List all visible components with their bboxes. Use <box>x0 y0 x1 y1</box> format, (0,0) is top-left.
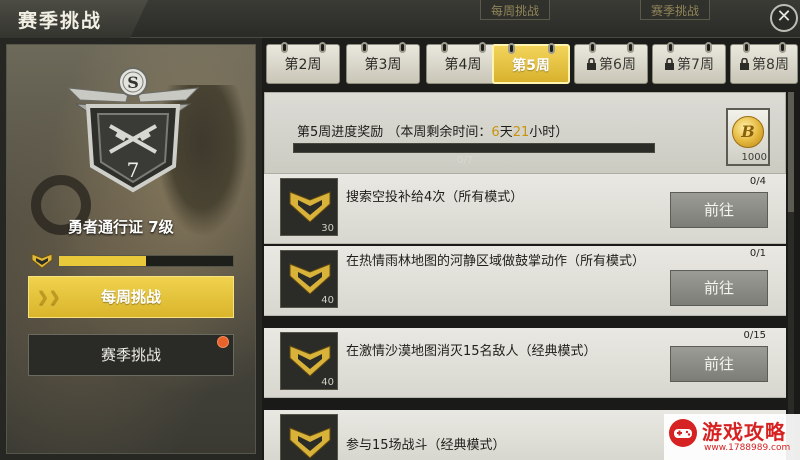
pass-xp-bar <box>58 255 234 267</box>
task-description: 参与15场战斗（经典模式） <box>346 438 506 453</box>
page-title: 赛季挑战 <box>18 10 103 32</box>
season-challenge-tab[interactable]: 赛季挑战 <box>28 334 234 376</box>
task-xp-icon: 40 <box>280 250 338 308</box>
binder-ring <box>441 42 448 53</box>
task-xp-value: 40 <box>321 377 334 388</box>
task-xp-icon: 30 <box>280 178 338 236</box>
chevron-badge-icon <box>289 345 331 377</box>
go-button[interactable]: 前往 <box>670 270 768 306</box>
notification-dot <box>217 336 229 348</box>
week-tab-5[interactable]: 第5周 <box>492 43 570 84</box>
lock-icon <box>740 58 750 70</box>
chevron-right-icon: ❯❯ <box>37 289 61 305</box>
weekly-progress-bar <box>293 143 655 153</box>
top-tab-weekly[interactable]: 每周挑战 <box>480 0 551 20</box>
top-tab-season[interactable]: 赛季挑战 <box>640 0 711 20</box>
task-xp-icon: 40 <box>280 414 338 460</box>
binder-ring <box>779 42 786 53</box>
chevron-badge-icon <box>289 263 331 295</box>
week-label: 第6周 <box>599 57 636 73</box>
watermark-title: 游戏攻略 <box>702 420 786 444</box>
week-label: 第5周 <box>512 58 550 74</box>
weekly-progress-title: 第5周进度奖励 （本周剩余时间：6天21小时） <box>297 121 568 140</box>
gamepad-logo-icon <box>669 419 697 447</box>
task-xp-value: 40 <box>321 295 334 306</box>
chevron-badge-icon <box>289 191 331 223</box>
binder-ring <box>627 42 634 53</box>
binder-ring <box>508 43 515 54</box>
task-description: 在热情雨林地图的河静区域做鼓掌动作（所有模式） <box>346 254 646 269</box>
coin-icon: B <box>732 116 764 148</box>
task-progress: 0/1 <box>749 248 766 259</box>
task-row: 40 在热情雨林地图的河静区域做鼓掌动作（所有模式） 0/1 前往 <box>264 246 786 316</box>
weekly-progress-card: 第5周进度奖励 （本周剩余时间：6天21小时） 0/7 <box>264 92 786 174</box>
binder-ring <box>319 42 326 53</box>
pass-level-label: 勇者通行证 7级 <box>68 218 174 236</box>
remaining-hours: 21 <box>512 125 530 140</box>
pass-xp-fill <box>59 256 146 266</box>
binder-ring <box>361 42 368 53</box>
days-unit: 天 <box>499 125 513 140</box>
task-description: 搜索空投补给4次（所有模式） <box>346 190 524 205</box>
task-description: 在激情沙漠地图消灭15名敌人（经典模式） <box>346 344 597 359</box>
task-progress: 0/4 <box>749 176 766 187</box>
close-icon: ✕ <box>776 6 792 27</box>
week-tab-3[interactable]: 第3周 <box>346 42 420 84</box>
weekly-challenge-tab[interactable]: ❯❯ 每周挑战 <box>28 276 234 318</box>
week-label: 第3周 <box>364 57 402 73</box>
task-row: 40 在激情沙漠地图消灭15名敌人（经典模式） 0/15 前往 <box>264 328 786 398</box>
lock-icon <box>587 58 597 70</box>
weekly-reward-item[interactable]: B 1000 <box>726 108 770 166</box>
binder-ring <box>281 42 288 53</box>
binder-ring <box>589 42 596 53</box>
go-button[interactable]: 前往 <box>670 346 768 382</box>
week-label: 第4周 <box>444 57 482 73</box>
xp-chevron-icon <box>31 253 53 269</box>
binder-ring <box>705 42 712 53</box>
binder-ring <box>548 43 555 54</box>
svg-text:S: S <box>127 73 139 92</box>
chevron-badge-icon <box>289 427 331 459</box>
week-tab-8[interactable]: 第8周 <box>730 42 798 84</box>
scrollbar-thumb[interactable] <box>788 92 794 212</box>
task-xp-value: 30 <box>321 223 334 234</box>
binder-ring <box>399 42 406 53</box>
binder-ring <box>667 42 674 53</box>
task-scrollbar[interactable] <box>788 92 794 460</box>
close-button[interactable]: ✕ <box>770 4 798 32</box>
top-bar: 赛季挑战 每周挑战 赛季挑战 ✕ <box>0 0 800 38</box>
week-tab-2[interactable]: 第2周 <box>266 42 340 84</box>
reward-quantity: 1000 <box>741 152 767 163</box>
progress-title-prefix: 第5周进度奖励 （本周剩余时间： <box>297 125 492 140</box>
task-progress: 0/15 <box>743 330 766 341</box>
binder-ring <box>743 42 750 53</box>
remaining-days: 6 <box>491 125 500 140</box>
week-tabs: 第2周 第3周 第4周 第5周 第6周 第7周 第8周 <box>262 38 800 90</box>
site-watermark: 游戏攻略 www.1788989.com <box>664 414 800 460</box>
week-label: 第2周 <box>284 57 322 73</box>
task-row: 30 搜索空投补给4次（所有模式） 0/4 前往 <box>264 174 786 244</box>
go-button[interactable]: 前往 <box>670 192 768 228</box>
weekly-challenge-label: 每周挑战 <box>100 288 161 306</box>
binder-ring <box>479 42 486 53</box>
rank-number: 7 <box>126 158 140 182</box>
watermark-url: www.1788989.com <box>704 443 791 453</box>
lock-icon <box>665 58 675 70</box>
weekly-progress-count: 0/7 <box>457 155 474 166</box>
week-tab-7[interactable]: 第7周 <box>652 42 726 84</box>
week-tab-6[interactable]: 第6周 <box>574 42 648 84</box>
hours-unit: 小时） <box>529 125 569 140</box>
week-label: 第7周 <box>677 57 714 73</box>
season-challenge-label: 赛季挑战 <box>100 346 161 364</box>
week-label: 第8周 <box>752 57 789 73</box>
week-tab-4[interactable]: 第4周 <box>426 42 500 84</box>
task-xp-icon: 40 <box>280 332 338 390</box>
